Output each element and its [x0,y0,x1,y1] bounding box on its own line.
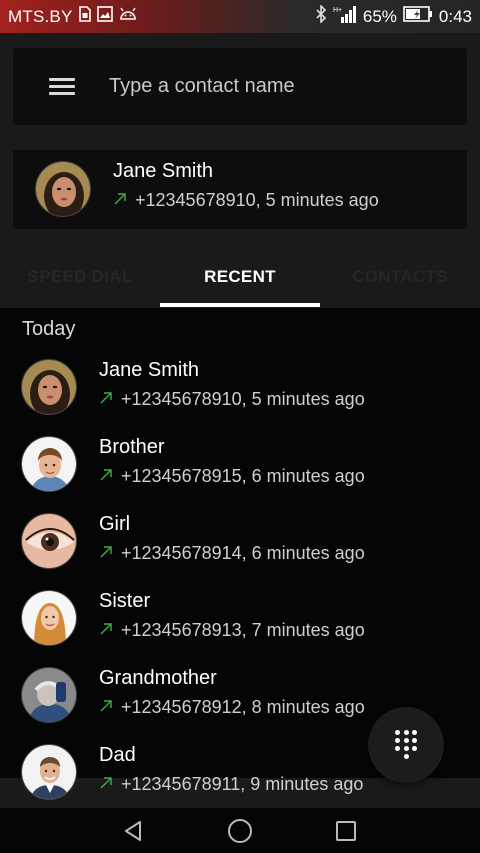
call-detail: +12345678913, 7 minutes ago [121,620,365,640]
contact-name: Brother [99,436,165,458]
tab-indicator [160,303,320,307]
system-nav-bar [0,808,480,853]
outgoing-call-icon [99,545,113,563]
last-call-detail-row: +12345678910, 5 minutes ago [113,190,379,211]
list-item[interactable]: Sister +12345678913, 7 minutes ago [0,580,480,657]
outgoing-call-icon [113,192,127,210]
call-detail-row: +12345678911, 9 minutes ago [99,774,363,795]
call-detail-row: +12345678913, 7 minutes ago [99,620,365,641]
tab-contacts[interactable]: CONTACTS [320,246,480,308]
dialer-app: Jane Smith +12345678910, 5 minutes ago S… [0,33,480,853]
avatar-sister [21,590,77,646]
back-button[interactable] [103,808,163,853]
call-detail: +12345678912, 8 minutes ago [121,697,365,717]
home-icon [228,818,252,843]
overview-icon [336,820,356,841]
carrier-label: MTS.BY [8,6,73,26]
contact-name: Girl [99,513,131,535]
call-detail: +12345678910, 5 minutes ago [121,389,365,409]
call-detail-row: +12345678912, 8 minutes ago [99,697,365,718]
bluetooth-icon [315,4,327,28]
call-detail: +12345678915, 6 minutes ago [121,466,365,486]
call-detail-row: +12345678915, 6 minutes ago [99,466,365,487]
battery-icon [403,6,433,27]
android-icon [119,7,137,26]
contact-name: Grandmother [99,667,217,689]
tab-speed-dial[interactable]: SPEED DIAL [0,246,160,308]
clock: 0:43 [438,6,472,26]
status-bar: MTS.BY H+ 65% 0:43 [0,0,480,33]
battery-percent: 65% [362,6,397,26]
last-call-detail: +12345678910, 5 minutes ago [135,190,379,210]
list-item[interactable]: Brother +12345678915, 6 minutes ago [0,426,480,503]
outgoing-call-icon [99,776,113,794]
section-header-today: Today [22,318,76,340]
list-item[interactable]: Jane Smith +12345678910, 5 minutes ago [0,349,480,426]
tab-bar: SPEED DIAL RECENT CONTACTS [0,246,480,308]
call-detail: +12345678911, 9 minutes ago [121,774,364,794]
contact-name: Jane Smith [99,359,200,381]
avatar-dad [21,744,77,800]
avatar-jane-smith [21,359,77,415]
outgoing-call-icon [99,699,113,717]
back-icon [125,820,141,841]
dialpad-button[interactable] [368,707,444,783]
avatar-grandmother [21,667,77,723]
list-item[interactable]: Girl +12345678914, 6 minutes ago [0,503,480,580]
avatar-girl [21,513,77,569]
recents-button[interactable] [316,808,376,853]
call-detail: +12345678914, 6 minutes ago [121,543,365,563]
contact-name: Dad [99,744,136,766]
avatar-jane-smith [35,161,91,217]
svg-text:H+: H+ [333,7,342,14]
call-detail-row: +12345678914, 6 minutes ago [99,543,365,564]
outgoing-call-icon [99,391,113,409]
outgoing-call-icon [99,468,113,486]
signal-icon: H+ [333,5,357,28]
last-call-name: Jane Smith [113,160,214,182]
last-call-card[interactable]: Jane Smith +12345678910, 5 minutes ago [13,150,467,229]
contact-search-input[interactable] [109,75,429,98]
home-button[interactable] [210,808,270,853]
search-bar [13,48,467,125]
menu-icon[interactable] [49,77,75,96]
contact-name: Sister [99,590,151,612]
outgoing-call-icon [99,622,113,640]
call-detail-row: +12345678910, 5 minutes ago [99,389,365,410]
sim-icon [78,6,91,27]
tab-recent[interactable]: RECENT [160,246,320,308]
avatar-brother [21,436,77,492]
image-icon [96,6,113,27]
